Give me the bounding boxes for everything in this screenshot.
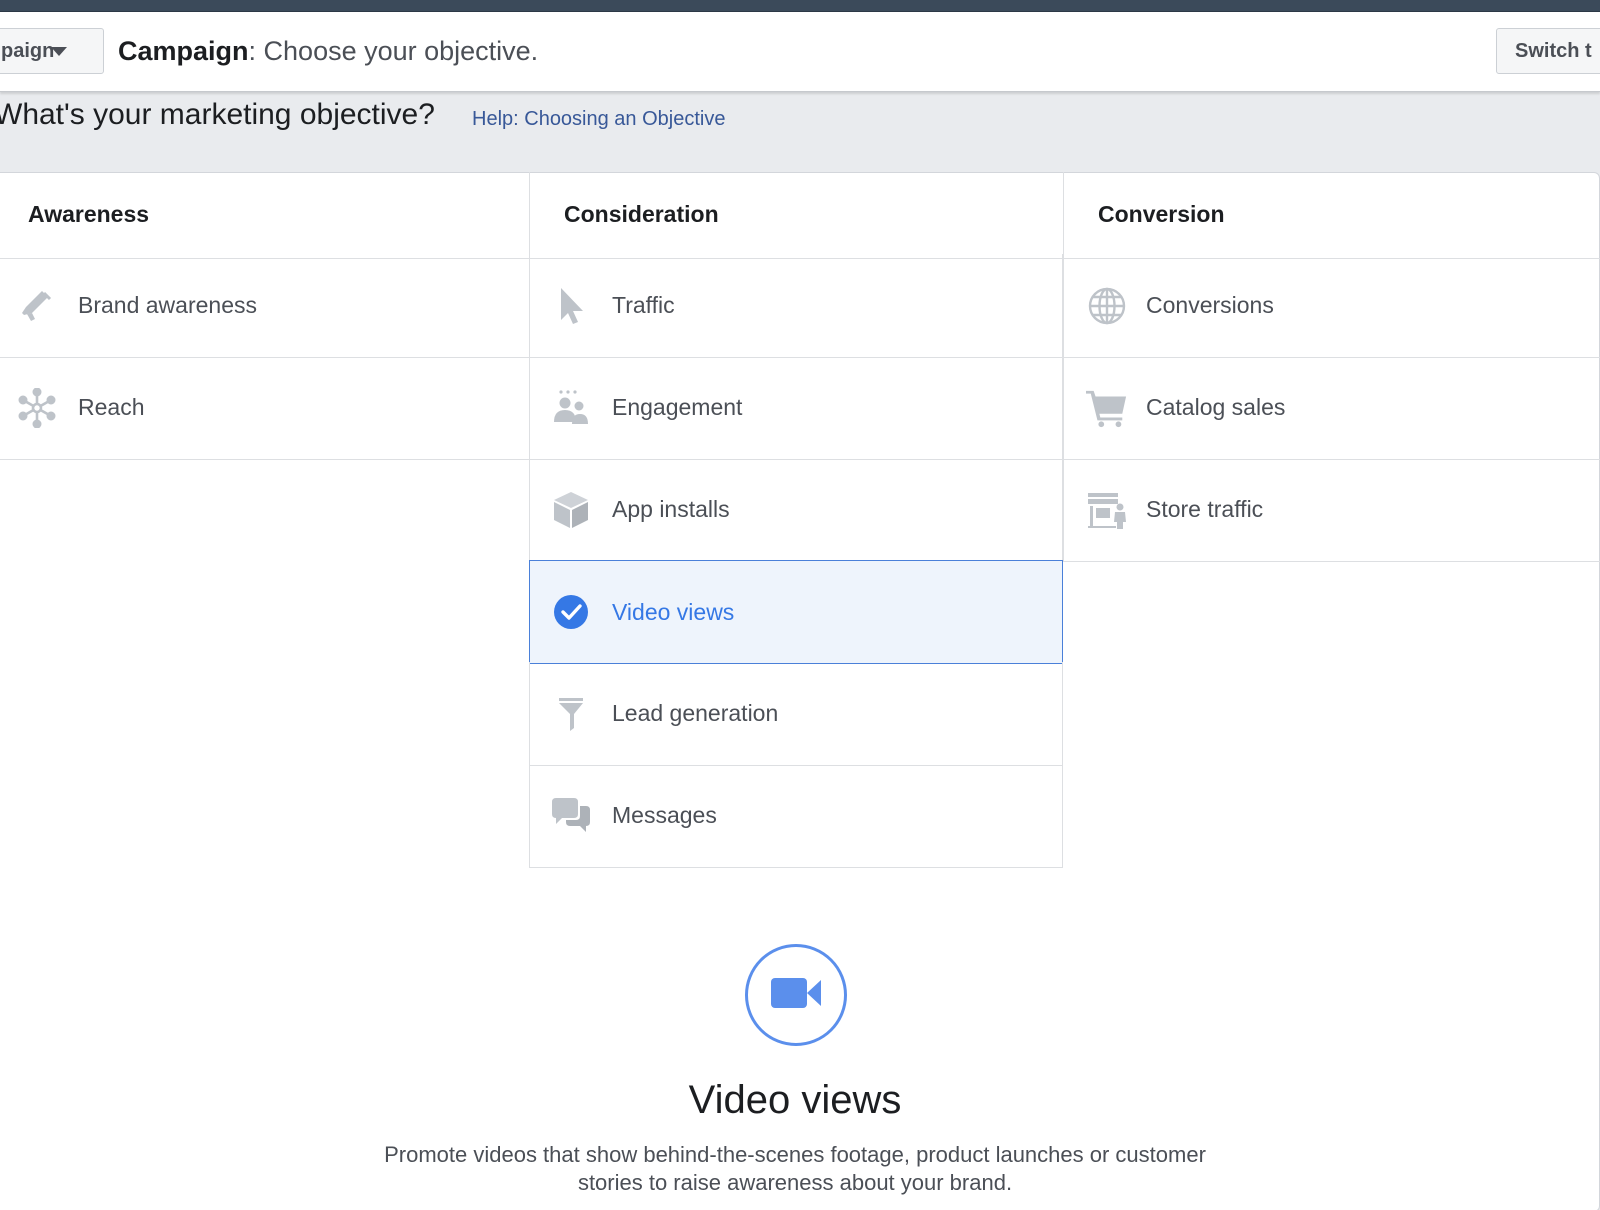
video-camera-icon — [769, 976, 823, 1015]
objective-brand-awareness[interactable]: Brand awareness — [0, 254, 529, 358]
objective-label: Conversions — [1146, 292, 1274, 318]
column-heading: Consideration — [529, 172, 1063, 259]
detail-description: Promote videos that show behind-the-scen… — [384, 1142, 1206, 1195]
column-heading: Conversion — [1063, 172, 1600, 259]
objective-store-traffic[interactable]: Store traffic — [1063, 458, 1600, 562]
store-icon — [1086, 489, 1128, 531]
column-heading: Awareness — [0, 172, 529, 259]
funnel-icon — [550, 693, 592, 735]
caret-down-icon — [51, 47, 67, 56]
megaphone-icon — [16, 285, 58, 327]
page-title-bold: Campaign — [118, 36, 249, 66]
objective-label: App installs — [612, 496, 730, 522]
chat-bubbles-icon — [550, 795, 592, 837]
help-link[interactable]: Help: Choosing an Objective — [472, 108, 725, 131]
objective-label: Video views — [612, 598, 735, 625]
campaign-header: paign Campaign: Choose your objective. S… — [0, 12, 1600, 92]
objective-label: Reach — [78, 394, 145, 420]
objective-traffic[interactable]: Traffic — [529, 254, 1063, 358]
campaign-dropdown-button[interactable]: paign — [0, 28, 104, 74]
dropdown-label: paign — [1, 39, 55, 62]
objective-question: What's your marketing objective? — [0, 98, 435, 131]
video-views-circle — [745, 944, 847, 1046]
objective-video-views[interactable]: Video views — [529, 560, 1063, 664]
people-icon — [550, 387, 592, 429]
top-nav-bar — [0, 0, 1600, 12]
objective-label: Store traffic — [1146, 496, 1264, 522]
switch-button[interactable]: Switch t — [1496, 28, 1600, 74]
objective-reach[interactable]: Reach — [0, 356, 529, 460]
objective-lead-generation[interactable]: Lead generation — [529, 662, 1063, 766]
objective-label: Lead generation — [612, 700, 779, 726]
objective-label: Messages — [612, 802, 717, 828]
objective-engagement[interactable]: Engagement — [529, 356, 1063, 460]
page-title-rest: : Choose your objective. — [248, 36, 539, 66]
cursor-icon — [550, 285, 592, 327]
objective-label: Brand awareness — [78, 292, 257, 318]
checkmark-icon — [550, 591, 592, 633]
objective-catalog-sales[interactable]: Catalog sales — [1063, 356, 1600, 460]
box-icon — [550, 489, 592, 531]
objective-conversions[interactable]: Conversions — [1063, 254, 1600, 358]
detail-title: Video views — [688, 1078, 902, 1122]
objective-messages[interactable]: Messages — [529, 764, 1063, 868]
objective-app-installs[interactable]: App installs — [529, 458, 1063, 562]
objective-label: Catalog sales — [1146, 394, 1286, 420]
objective-label: Engagement — [612, 394, 743, 420]
page-title: Campaign: Choose your objective. — [118, 36, 538, 67]
reach-icon — [16, 387, 58, 429]
cart-icon — [1086, 387, 1128, 429]
objective-label: Traffic — [612, 292, 675, 318]
globe-icon — [1086, 285, 1128, 327]
